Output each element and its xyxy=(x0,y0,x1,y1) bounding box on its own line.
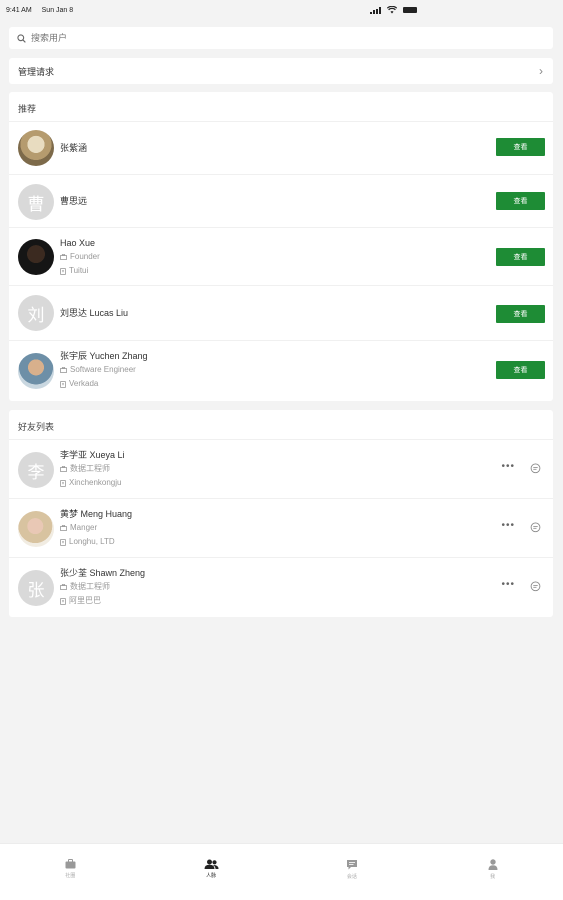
chat-icon xyxy=(346,860,357,870)
recommend-card: 推荐 张紫涵 查看 曹 曹思远 查看 Hao Xue Founder Tuitu… xyxy=(9,92,553,401)
avatar xyxy=(18,353,54,389)
contact-company: Tuitui xyxy=(60,264,100,278)
contact-position: Software Engineer xyxy=(60,363,148,377)
avatar xyxy=(18,239,54,275)
briefcase-icon xyxy=(60,367,67,373)
list-item[interactable]: 张宇辰 Yuchen Zhang Software Engineer Verka… xyxy=(9,341,553,402)
contact-name: 张宇辰 Yuchen Zhang xyxy=(60,351,148,361)
tab-circle[interactable]: 社圈 xyxy=(0,844,141,900)
chevron-right-icon: › xyxy=(539,64,543,78)
tab-label: 社圈 xyxy=(65,873,76,879)
contact-position: Founder xyxy=(60,250,100,264)
list-item[interactable]: 张 张少荃 Shawn Zheng 数据工程师 阿里巴巴 ••• xyxy=(9,558,553,617)
list-item[interactable]: 张紫涵 查看 xyxy=(9,122,553,175)
chat-icon[interactable] xyxy=(530,522,541,533)
status-bar: 9:41 AM Sun Jan 8 xyxy=(0,0,563,22)
list-item[interactable]: 李 李学亚 Xueya Li 数据工程师 Xinchenkongju ••• xyxy=(9,440,553,499)
contact-name: 曹思远 xyxy=(60,196,88,206)
avatar: 张 xyxy=(18,570,54,606)
contact-company: Xinchenkongju xyxy=(60,476,125,490)
building-icon xyxy=(60,479,66,487)
wifi-icon xyxy=(387,6,397,14)
search-icon xyxy=(17,33,26,43)
briefcase-icon xyxy=(65,859,76,869)
building-icon xyxy=(60,380,66,388)
status-date: Sun Jan 8 xyxy=(41,7,74,14)
view-button[interactable]: 查看 xyxy=(496,138,545,156)
list-item[interactable]: 黄梦 Meng Huang Manger Longhu, LTD ••• xyxy=(9,499,553,558)
status-time: 9:41 AM xyxy=(6,7,32,14)
view-button[interactable]: 查看 xyxy=(496,192,545,210)
tab-contacts[interactable]: 人脉 xyxy=(141,844,282,900)
view-button[interactable]: 查看 xyxy=(496,361,545,379)
contact-name: 李学亚 Xueya Li xyxy=(60,450,125,460)
battery-icon xyxy=(403,7,417,13)
contact-name: 黄梦 Meng Huang xyxy=(60,509,133,519)
tab-messages[interactable]: 会话 xyxy=(282,844,423,900)
avatar: 曹 xyxy=(18,184,54,220)
contact-position: 数据工程师 xyxy=(60,580,145,594)
recommend-title: 推荐 xyxy=(9,92,553,122)
person-icon xyxy=(488,859,498,870)
briefcase-icon xyxy=(60,466,67,472)
contact-position: 数据工程师 xyxy=(60,462,125,476)
search-bar[interactable] xyxy=(9,27,553,49)
view-button[interactable]: 查看 xyxy=(496,248,545,266)
list-item[interactable]: Hao Xue Founder Tuitui 查看 xyxy=(9,228,553,286)
avatar: 李 xyxy=(18,452,54,488)
briefcase-icon xyxy=(60,584,67,590)
people-icon xyxy=(204,859,219,869)
list-item[interactable]: 刘 刘思达 Lucas Liu 查看 xyxy=(9,286,553,341)
building-icon xyxy=(60,597,66,605)
friends-title: 好友列表 xyxy=(9,410,553,440)
building-icon xyxy=(60,538,66,546)
more-icon[interactable]: ••• xyxy=(501,579,515,590)
list-item[interactable]: 曹 曹思远 查看 xyxy=(9,175,553,228)
avatar xyxy=(18,511,54,547)
view-button[interactable]: 查看 xyxy=(496,305,545,323)
status-icons xyxy=(370,6,417,14)
signal-icon xyxy=(370,6,381,14)
avatar: 刘 xyxy=(18,295,54,331)
contact-name: 刘思达 Lucas Liu xyxy=(60,308,129,318)
contact-position: Manger xyxy=(60,521,132,535)
tab-bar: 社圈 人脉 会话 我 xyxy=(0,843,563,900)
tab-me[interactable]: 我 xyxy=(422,844,563,900)
avatar xyxy=(18,130,54,166)
manage-requests[interactable]: 管理请求 › xyxy=(9,58,553,84)
building-icon xyxy=(60,267,66,275)
chat-icon[interactable] xyxy=(530,463,541,474)
contact-name: 张少荃 Shawn Zheng xyxy=(60,568,146,578)
briefcase-icon xyxy=(60,254,67,260)
contact-name: 张紫涵 xyxy=(60,143,88,153)
manage-requests-label: 管理请求 xyxy=(18,66,55,77)
contact-company: 阿里巴巴 xyxy=(60,594,145,608)
contact-name: Hao Xue xyxy=(60,238,96,248)
tab-label: 我 xyxy=(490,874,496,880)
contact-company: Verkada xyxy=(60,377,148,391)
friends-card: 好友列表 李 李学亚 Xueya Li 数据工程师 Xinchenkongju … xyxy=(9,410,553,617)
more-icon[interactable]: ••• xyxy=(501,461,515,472)
tab-label: 会话 xyxy=(346,874,357,880)
chat-icon[interactable] xyxy=(530,581,541,592)
search-input[interactable] xyxy=(31,33,511,43)
briefcase-icon xyxy=(60,525,67,531)
more-icon[interactable]: ••• xyxy=(501,520,515,531)
tab-label: 人脉 xyxy=(206,873,217,879)
contact-company: Longhu, LTD xyxy=(60,535,132,549)
